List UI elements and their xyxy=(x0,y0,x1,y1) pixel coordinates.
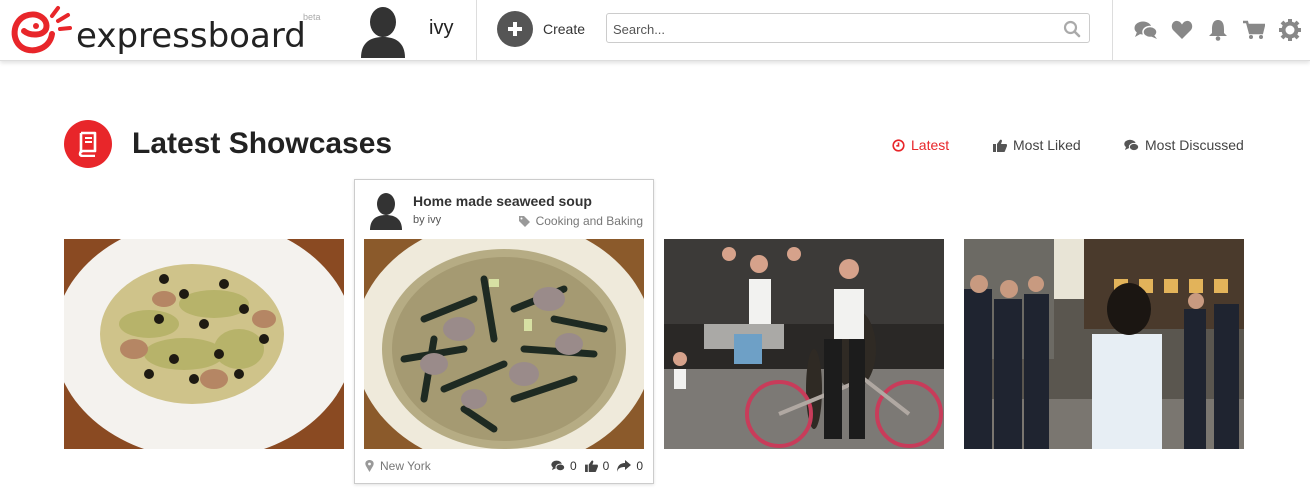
showcase-thumbnail[interactable] xyxy=(664,239,944,449)
showcase-author[interactable]: by ivy xyxy=(413,214,441,226)
page-title: Latest Showcases xyxy=(132,127,393,160)
chat-icon xyxy=(1124,139,1139,151)
user-name: ivy xyxy=(429,17,454,39)
map-pin-icon xyxy=(365,460,374,472)
create-button[interactable]: Create xyxy=(497,11,585,47)
location-label: New York xyxy=(380,459,431,473)
plus-icon xyxy=(497,11,533,47)
comments-value: 0 xyxy=(569,459,577,473)
search-icon[interactable] xyxy=(1063,20,1081,38)
likes-value: 0 xyxy=(602,459,610,473)
showcase-thumbnail[interactable] xyxy=(364,239,644,449)
top-nav-bar: expressboard beta ivy Create xyxy=(0,0,1310,61)
showcase-category[interactable]: Cooking and Baking xyxy=(518,214,643,228)
heart-icon[interactable] xyxy=(1168,16,1196,44)
search-box xyxy=(606,13,1090,43)
divider xyxy=(1112,0,1113,60)
showcase-stats: 0 0 0 xyxy=(543,459,643,473)
cart-icon[interactable] xyxy=(1240,16,1268,44)
share-icon xyxy=(617,460,632,472)
likes-count[interactable]: 0 xyxy=(584,459,610,473)
showcase-thumbnail[interactable] xyxy=(964,239,1244,449)
beta-badge: beta xyxy=(303,12,321,22)
divider xyxy=(476,0,477,60)
filter-latest[interactable]: Latest xyxy=(892,137,949,153)
header-icons xyxy=(1132,16,1310,44)
gear-icon[interactable] xyxy=(1276,16,1304,44)
book-icon xyxy=(64,120,112,168)
create-label: Create xyxy=(543,21,586,37)
category-label: Cooking and Baking xyxy=(535,214,643,228)
showcase-location: New York xyxy=(365,459,431,473)
showcase-image xyxy=(64,239,344,449)
chat-icon xyxy=(551,460,565,472)
shares-count[interactable]: 0 xyxy=(617,459,643,473)
brand-logo[interactable]: expressboard beta xyxy=(8,2,338,58)
showcase-image xyxy=(364,239,644,449)
user-menu[interactable]: ivy xyxy=(358,0,476,60)
thumbs-up-icon xyxy=(584,460,598,472)
thumbs-up-icon xyxy=(993,139,1007,152)
showcase-thumbnail[interactable] xyxy=(64,239,344,449)
showcase-title[interactable]: Home made seaweed soup xyxy=(413,193,592,209)
filter-label: Most Discussed xyxy=(1145,137,1244,153)
clock-icon xyxy=(892,138,905,152)
showcase-image xyxy=(664,239,944,449)
comments-count[interactable]: 0 xyxy=(551,459,577,473)
avatar xyxy=(370,193,402,230)
filter-most-liked[interactable]: Most Liked xyxy=(993,137,1081,153)
avatar xyxy=(361,7,405,58)
shares-value: 0 xyxy=(636,459,643,473)
logo-mark-icon xyxy=(11,6,72,54)
brand-name: expressboard xyxy=(76,16,306,56)
chat-icon[interactable] xyxy=(1132,16,1160,44)
filter-most-discussed[interactable]: Most Discussed xyxy=(1124,137,1244,153)
bell-icon[interactable] xyxy=(1204,16,1232,44)
filter-label: Most Liked xyxy=(1013,137,1081,153)
search-input[interactable] xyxy=(613,20,1053,38)
tag-icon xyxy=(518,215,530,227)
showcase-image xyxy=(964,239,1244,449)
filter-label: Latest xyxy=(911,137,950,153)
